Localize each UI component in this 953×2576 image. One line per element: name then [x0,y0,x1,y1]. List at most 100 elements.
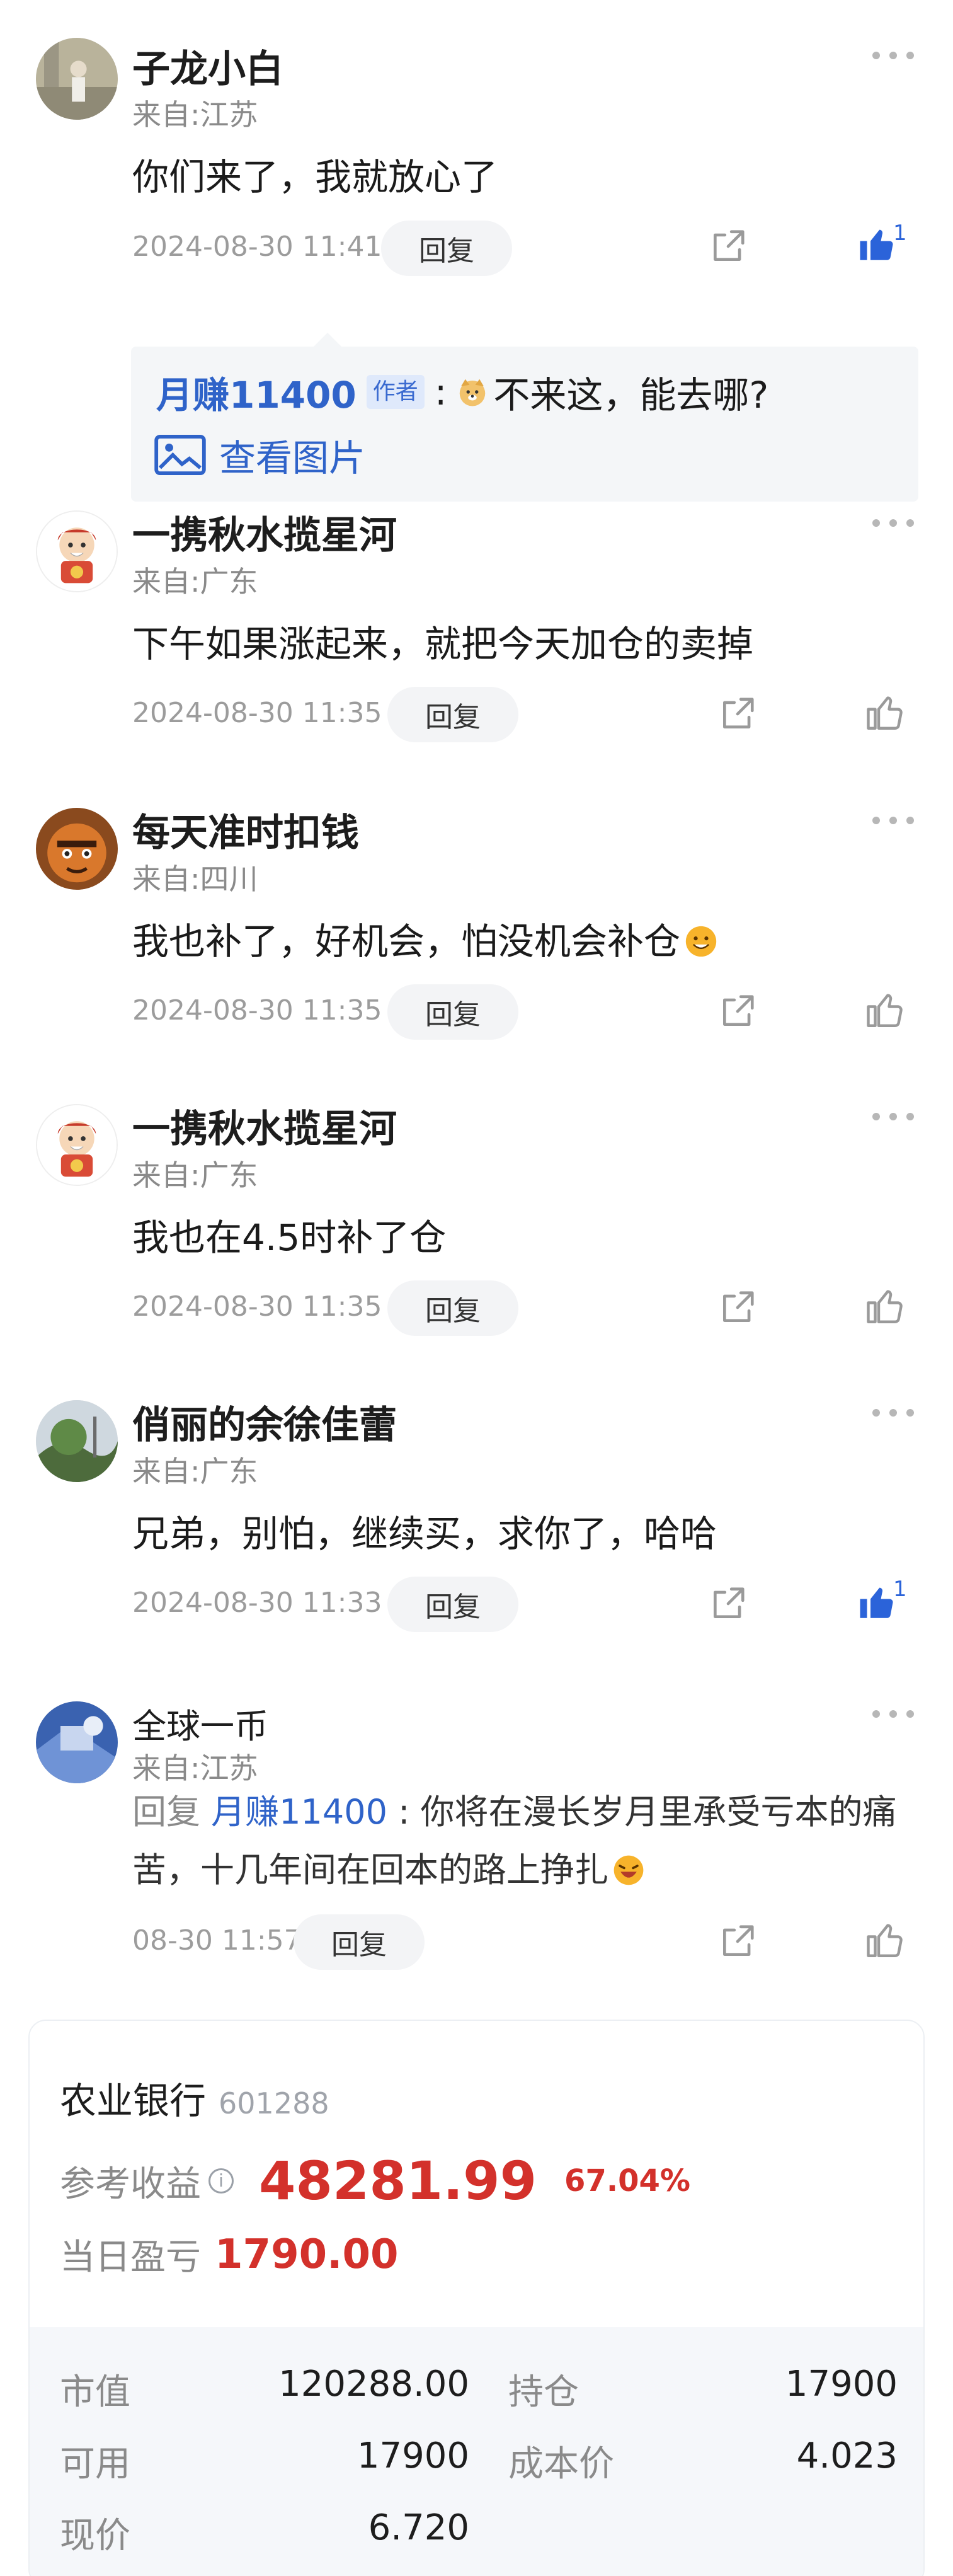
market-value: 120288.00 [278,2364,469,2405]
commenter-location: 来自:广东 [132,565,258,599]
reply-button[interactable]: 回复 [294,1914,425,1970]
reply-button[interactable]: 回复 [387,984,518,1040]
avatar[interactable] [36,808,118,890]
comment-item: 子龙小白 来自:江苏 你们来了，我就放心了 2024-08-30 11:41 回… [0,38,953,502]
commenter-name[interactable]: 全球一币 [132,1701,268,1752]
commenter-name[interactable]: 每天准时扣钱 [132,808,359,858]
comment-text: 我也在4.5时补了仓 [132,1216,447,1259]
holding-value: 17900 [785,2364,898,2405]
stock-name: 农业银行 [60,2079,207,2122]
image-icon [154,435,206,475]
commenter-name[interactable]: 一携秋水揽星河 [132,510,397,561]
more-options-icon[interactable] [872,814,914,827]
reply-button[interactable]: 回复 [381,221,512,276]
like-icon-active[interactable] [857,1582,898,1623]
share-icon[interactable] [709,227,748,266]
avatar[interactable] [36,1701,118,1783]
more-options-icon[interactable] [872,1406,914,1419]
quote-colon: : [434,371,447,413]
commenter-location: 来自:广东 [132,1158,258,1192]
comment-time: 2024-08-30 11:35 [132,697,382,729]
avatar[interactable] [36,510,118,592]
avatar[interactable] [36,38,118,120]
more-options-icon[interactable] [872,49,914,62]
more-options-icon[interactable] [872,1708,914,1720]
share-icon[interactable] [709,1584,748,1623]
reply-text-line-2: 苦，十几年间在回本的路上挣扎 [132,1841,646,1899]
ref-profit-percent: 67.04% [564,2163,690,2199]
day-pl-label: 当日盈亏 [60,2237,201,2278]
like-icon[interactable] [865,692,906,733]
reply-button[interactable]: 回复 [387,687,518,742]
available-value: 17900 [357,2435,469,2476]
commenter-name[interactable]: 子龙小白 [132,44,283,95]
ref-profit-label: 参考收益 [60,2163,201,2205]
commenter-name[interactable]: 俏丽的余徐佳蕾 [132,1400,397,1451]
doge-emoji-icon [460,379,486,406]
position-card[interactable]: 农业银行 601288 参考收益 i 48281.99 67.04% 当日盈亏 1… [28,2020,925,2576]
comment-time: 08-30 11:57 [132,1924,302,1957]
price-value: 6.720 [368,2507,469,2548]
position-details: 市值 120288.00 持仓 17900 可用 17900 成本价 4.023… [30,2327,923,2576]
like-icon[interactable] [865,1285,906,1327]
share-icon[interactable] [718,694,757,733]
author-badge: 作者 [366,375,425,409]
day-pl-row: 当日盈亏 1790.00 [60,2229,399,2280]
reply-prefix: 回复 [132,1792,200,1832]
comment-text-row: 我也补了，好机会，怕没机会补仓 [132,912,719,970]
commenter-location: 来自:四川 [132,862,258,896]
quote-text: 不来这，能去哪? [493,374,769,417]
avatar[interactable] [36,1400,118,1482]
reply-text: : 你将在漫长岁月里承受亏本的痛 [398,1792,897,1832]
share-icon[interactable] [718,992,757,1031]
info-icon[interactable]: i [208,2168,234,2194]
like-icon[interactable] [865,989,906,1031]
comment-time: 2024-08-30 11:33 [132,1587,382,1619]
reply-button[interactable]: 回复 [387,1577,518,1632]
commenter-location: 来自:江苏 [132,1751,258,1785]
comment-text: 你们来了，我就放心了 [132,156,498,198]
quote-author[interactable]: 月赚11400 [156,365,357,418]
available-label: 可用 [60,2444,130,2485]
comment-time: 2024-08-30 11:35 [132,994,382,1026]
share-icon[interactable] [718,1288,757,1327]
ref-profit-value: 48281.99 [259,2150,537,2212]
comment-feed: 子龙小白 来自:江苏 你们来了，我就放心了 2024-08-30 11:41 回… [0,0,953,2576]
avatar[interactable] [36,1104,118,1186]
commenter-location: 来自:广东 [132,1454,258,1488]
like-icon[interactable] [865,1919,906,1961]
ref-profit-row: 参考收益 i 48281.99 67.04% [60,2150,690,2212]
view-image-label: 查看图片 [219,437,366,480]
comment-item: 俏丽的余徐佳蕾 来自:广东 兄弟，别怕，继续买，求你了，哈哈 2024-08-3… [0,1400,953,1652]
stock-title: 农业银行 601288 [60,2071,329,2124]
comment-text: 我也补了，好机会，怕没机会补仓 [132,920,681,963]
market-value-label: 市值 [60,2372,130,2413]
reply-text-line-1: 回复 月赚11400 : 你将在漫长岁月里承受亏本的痛 [132,1783,897,1841]
cost-label: 成本价 [508,2444,614,2485]
laugh-emoji-icon [613,1855,644,1885]
comment-text: 兄弟，别怕，继续买，求你了，哈哈 [132,1512,717,1555]
more-options-icon[interactable] [872,1110,914,1123]
comment-text: 下午如果涨起来，就把今天加仓的卖掉 [132,623,754,665]
comment-item: 一携秋水揽星河 来自:广东 下午如果涨起来，就把今天加仓的卖掉 2024-08-… [0,510,953,762]
price-label: 现价 [60,2516,130,2556]
like-count: 1 [893,221,907,246]
reply-to-user[interactable]: 月赚11400 [211,1792,387,1832]
comment-item: 全球一币 来自:江苏 回复 月赚11400 : 你将在漫长岁月里承受亏本的痛 苦… [0,1701,953,1991]
share-icon[interactable] [718,1922,757,1961]
smile-emoji-icon [685,926,717,957]
comment-item: 每天准时扣钱 来自:四川 我也补了，好机会，怕没机会补仓 2024-08-30 … [0,808,953,1060]
comment-time: 2024-08-30 11:41 [132,231,382,263]
like-count: 1 [893,1577,907,1602]
commenter-location: 来自:江苏 [132,98,258,132]
view-image-link[interactable]: 查看图片 [154,428,365,481]
like-icon-active[interactable] [857,224,898,265]
reply-button[interactable]: 回复 [387,1280,518,1336]
day-pl-value: 1790.00 [215,2231,399,2278]
stock-code: 601288 [219,2086,329,2120]
comment-time: 2024-08-30 11:35 [132,1291,382,1323]
quoted-reply[interactable]: 月赚11400 作者 : 不来这，能去哪? 查看图片 [131,333,918,502]
cost-value: 4.023 [796,2435,898,2476]
commenter-name[interactable]: 一携秋水揽星河 [132,1104,397,1154]
more-options-icon[interactable] [872,517,914,529]
